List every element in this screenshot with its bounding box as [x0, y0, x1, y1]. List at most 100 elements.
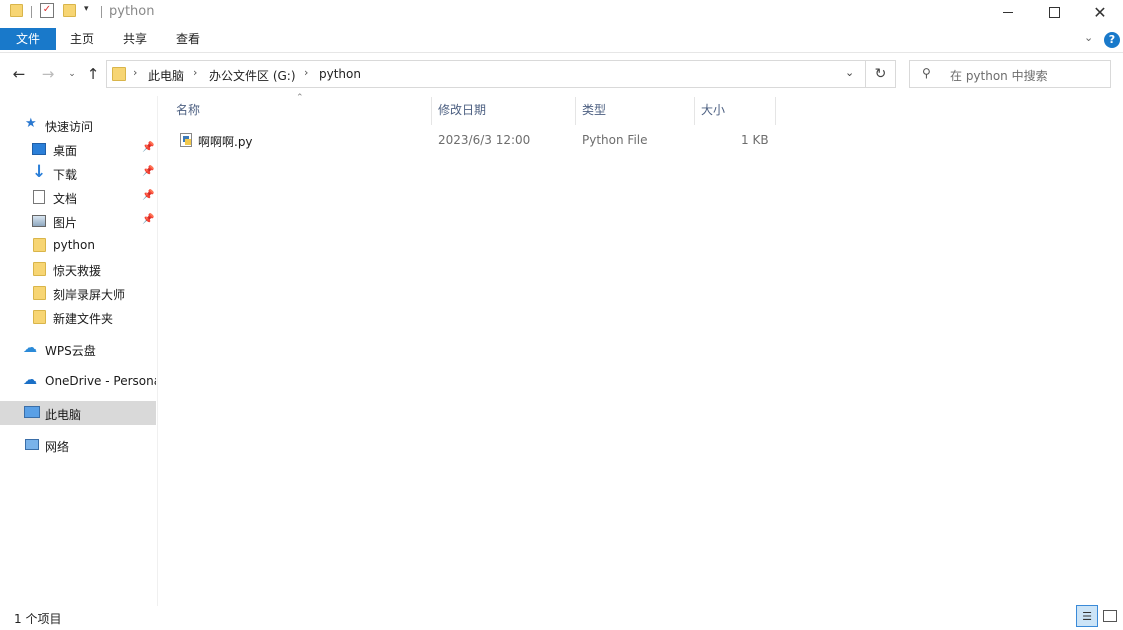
sidebar-item-label: 新建文件夹	[53, 312, 114, 326]
download-icon: ↓	[32, 162, 47, 182]
sidebar-item-folder-rescue[interactable]: 惊天救援	[0, 257, 156, 281]
pin-icon: 📌	[142, 214, 155, 225]
tab-file[interactable]: 文件	[0, 28, 56, 50]
search-box[interactable]: ⚲ 在 python 中搜索	[909, 60, 1111, 88]
properties-icon[interactable]: ✓	[40, 3, 54, 18]
folder-icon	[10, 4, 23, 17]
search-input[interactable]: 在 python 中搜索	[950, 67, 1048, 84]
sidebar-item-label: 桌面	[53, 144, 78, 158]
sidebar-item-label: 网络	[45, 440, 70, 454]
sidebar-item-python[interactable]: python	[0, 233, 156, 257]
maximize-icon	[1048, 6, 1060, 18]
sidebar-item-network[interactable]: 网络	[0, 433, 156, 457]
sidebar-item-wps-cloud[interactable]: ☁ WPS云盘	[0, 337, 156, 361]
back-arrow-icon[interactable]: ←	[9, 64, 29, 84]
folder-icon	[112, 67, 126, 81]
computer-icon	[24, 406, 40, 418]
help-icon[interactable]: ?	[1104, 32, 1120, 48]
sidebar-item-label: 快速访问	[45, 120, 94, 134]
folder-icon	[33, 238, 46, 252]
sidebar-item-pictures[interactable]: 图片 📌	[0, 209, 156, 233]
item-count: 1 个项目	[14, 612, 62, 626]
expand-ribbon-chevron-icon[interactable]: ⌄	[1084, 31, 1093, 44]
file-size: 1 KB	[741, 133, 769, 147]
customize-toolbar-chevron-icon[interactable]: ▾	[84, 4, 89, 14]
sidebar-item-onedrive[interactable]: ☁ OneDrive - Persona	[0, 369, 156, 393]
large-icons-view-icon	[1103, 610, 1117, 622]
navigation-pane: ★ 快速访问 桌面 📌 ↓ 下载 📌 文档 📌 图片 📌 python 惊天救援…	[0, 104, 157, 604]
tab-view[interactable]: 查看	[166, 28, 210, 50]
star-icon: ★	[25, 116, 37, 131]
sidebar-item-folder-recorder[interactable]: 刻岸录屏大师	[0, 281, 156, 305]
new-folder-icon[interactable]	[63, 4, 76, 17]
folder-icon	[33, 286, 46, 300]
folder-icon	[33, 310, 46, 324]
desktop-icon	[32, 143, 46, 155]
sidebar-item-label: 惊天救援	[53, 264, 102, 278]
minimize-icon	[1003, 11, 1013, 13]
sidebar-item-label: OneDrive - Persona	[45, 374, 156, 388]
title-bar: ✓ ▾ python ✕	[0, 0, 1123, 24]
breadcrumb-separator-icon[interactable]: ›	[193, 66, 197, 79]
toolbar-divider	[31, 6, 32, 18]
sidebar-item-label: 下载	[53, 168, 78, 182]
document-icon	[33, 190, 45, 204]
sidebar-item-label: python	[53, 238, 95, 252]
file-name: 啊啊啊.py	[198, 135, 253, 149]
column-header-type[interactable]: 类型	[576, 103, 694, 125]
breadcrumb-this-pc[interactable]: 此电脑	[148, 67, 184, 84]
sidebar-item-label: 此电脑	[45, 408, 82, 422]
sidebar-item-this-pc[interactable]: 此电脑	[0, 401, 156, 425]
sidebar-item-quick-access[interactable]: ★ 快速访问	[0, 113, 156, 137]
sidebar-item-label: WPS云盘	[45, 344, 96, 358]
breadcrumb-python[interactable]: python	[319, 67, 361, 81]
folder-icon	[33, 262, 46, 276]
column-header-name[interactable]: 名称	[170, 103, 431, 125]
column-divider[interactable]	[775, 97, 776, 125]
address-bar[interactable]: › 此电脑 › 办公文件区 (G:) › python ⌄	[106, 60, 866, 88]
python-file-icon	[180, 133, 192, 147]
maximize-button[interactable]	[1031, 0, 1077, 24]
up-arrow-icon[interactable]: ↑	[83, 64, 103, 84]
sidebar-item-label: 刻岸录屏大师	[53, 288, 126, 302]
address-history-chevron-icon[interactable]: ⌄	[845, 66, 854, 79]
refresh-button[interactable]: ↻	[866, 60, 896, 88]
sidebar-item-desktop[interactable]: 桌面 📌	[0, 137, 156, 161]
forward-arrow-icon[interactable]: →	[38, 64, 58, 84]
column-header-size[interactable]: 大小	[695, 103, 775, 125]
breadcrumb-separator-icon[interactable]: ›	[133, 66, 137, 79]
sidebar-item-label: 文档	[53, 192, 78, 206]
breadcrumb-drive-g[interactable]: 办公文件区 (G:)	[209, 67, 296, 84]
pin-icon: 📌	[142, 190, 155, 201]
close-icon: ✕	[1093, 2, 1107, 22]
toolbar-divider	[101, 6, 102, 18]
recent-locations-chevron-icon[interactable]: ⌄	[62, 64, 82, 84]
window-title: python	[109, 4, 155, 19]
details-view-button[interactable]: ☰	[1076, 605, 1098, 627]
network-icon	[25, 439, 39, 450]
pane-divider	[157, 96, 158, 606]
sidebar-item-label: 图片	[53, 216, 78, 230]
breadcrumb-separator-icon[interactable]: ›	[304, 66, 308, 79]
picture-icon	[32, 215, 46, 227]
cloud-icon: ☁	[23, 340, 37, 356]
sort-ascending-icon: ⌃	[296, 93, 304, 103]
pin-icon: 📌	[142, 166, 155, 177]
pin-icon: 📌	[142, 142, 155, 153]
sidebar-item-documents[interactable]: 文档 📌	[0, 185, 156, 209]
status-bar: 1 个项目	[0, 606, 1123, 630]
sidebar-item-downloads[interactable]: ↓ 下载 📌	[0, 161, 156, 185]
file-type: Python File	[582, 133, 648, 147]
search-icon: ⚲	[922, 66, 931, 80]
large-icons-view-button[interactable]	[1099, 605, 1121, 627]
details-view-icon: ☰	[1082, 609, 1092, 623]
column-header-modified[interactable]: 修改日期	[432, 103, 575, 125]
tab-home[interactable]: 主页	[60, 28, 104, 50]
ribbon-tabs: 文件 主页 共享 查看 ⌄ ?	[0, 28, 1123, 52]
close-button[interactable]: ✕	[1077, 0, 1123, 24]
sidebar-item-new-folder[interactable]: 新建文件夹	[0, 305, 156, 329]
ribbon-divider	[0, 52, 1123, 53]
refresh-icon: ↻	[874, 66, 887, 82]
minimize-button[interactable]	[985, 0, 1031, 24]
tab-share[interactable]: 共享	[113, 28, 157, 50]
